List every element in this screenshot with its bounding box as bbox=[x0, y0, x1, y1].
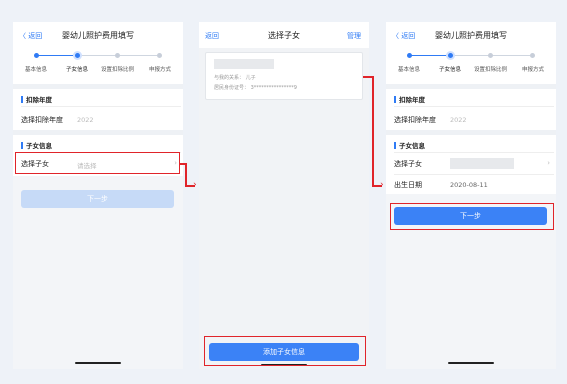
step-label: 设置扣除比例 bbox=[101, 67, 135, 73]
child-name-redacted bbox=[214, 59, 274, 69]
section-header-child: 子女信息 bbox=[394, 140, 425, 150]
step-dot bbox=[115, 53, 120, 58]
step-label: 子女信息 bbox=[66, 67, 89, 73]
child-card[interactable]: 与我的关系： 儿子 居民身份证号： 3****************9 bbox=[205, 52, 363, 100]
child-name-redacted[interactable] bbox=[450, 158, 514, 169]
step-dot bbox=[157, 53, 162, 58]
birth-label: 出生日期 bbox=[394, 181, 422, 189]
section-title: 子女信息 bbox=[26, 142, 52, 150]
divider bbox=[394, 106, 554, 107]
arrow-right-icon: › bbox=[380, 180, 384, 190]
relation-text: 与我的关系： 儿子 bbox=[214, 75, 256, 81]
step-label: 基本信息 bbox=[398, 67, 421, 73]
divider bbox=[394, 174, 554, 175]
year-label: 选择扣除年度 bbox=[21, 116, 63, 124]
section-header-year: 扣除年度 bbox=[394, 94, 425, 104]
accent-bar bbox=[21, 96, 23, 103]
home-indicator bbox=[75, 362, 121, 364]
nav-bar: 返回 选择子女 管理 bbox=[199, 22, 369, 48]
step-label: 基本信息 bbox=[25, 67, 48, 73]
arrow-line bbox=[372, 76, 374, 186]
divider bbox=[21, 106, 181, 107]
step-dot bbox=[530, 53, 535, 58]
year-value[interactable]: 2022 bbox=[450, 116, 467, 124]
accent-bar bbox=[21, 142, 23, 149]
id-text: 居民身份证号： 3****************9 bbox=[214, 85, 297, 91]
step-connector bbox=[37, 55, 77, 56]
section-gap bbox=[13, 130, 183, 135]
birth-value: 2020-08-11 bbox=[450, 181, 488, 189]
step-connector bbox=[410, 55, 450, 56]
page-title: 选择子女 bbox=[268, 31, 300, 40]
step-dot-current bbox=[73, 51, 82, 60]
step-label: 申报方式 bbox=[149, 67, 172, 73]
stepper: 基本信息 子女信息 设置扣除比例 申报方式 bbox=[386, 48, 556, 78]
screen-select-child: 返回 选择子女 管理 与我的关系： 儿子 居民身份证号： 3**********… bbox=[199, 22, 369, 369]
nav-bar: 〈 返回 婴幼儿照护费用填写 bbox=[386, 22, 556, 48]
screen-fill-form-step2-completed: 〈 返回 婴幼儿照护费用填写 基本信息 子女信息 设置扣除比例 申报方式 扣除年… bbox=[386, 22, 556, 369]
highlight-box bbox=[390, 203, 554, 230]
section-gap bbox=[386, 130, 556, 135]
year-value[interactable]: 2022 bbox=[77, 116, 94, 124]
stepper: 基本信息 子女信息 设置扣除比例 申报方式 bbox=[13, 48, 183, 78]
chevron-right-icon: › bbox=[547, 159, 550, 167]
screen-fill-form-step2: 〈 返回 婴幼儿照护费用填写 基本信息 子女信息 设置扣除比例 申报方式 扣除年… bbox=[13, 22, 183, 369]
home-indicator bbox=[448, 362, 494, 364]
arrow-right-icon: › bbox=[193, 180, 197, 190]
arrow-line bbox=[185, 163, 187, 186]
section-title: 子女信息 bbox=[399, 142, 425, 150]
accent-bar bbox=[394, 96, 396, 103]
next-button[interactable]: 下一步 bbox=[21, 190, 174, 208]
page-title: 婴幼儿照护费用填写 bbox=[435, 31, 507, 40]
step-dot bbox=[488, 53, 493, 58]
page-title: 婴幼儿照护费用填写 bbox=[62, 31, 134, 40]
highlight-box bbox=[15, 152, 180, 174]
step-dot-current bbox=[446, 51, 455, 60]
accent-bar bbox=[394, 142, 396, 149]
step-label: 设置扣除比例 bbox=[474, 67, 508, 73]
section-title: 扣除年度 bbox=[399, 96, 425, 104]
child-label: 选择子女 bbox=[394, 160, 422, 168]
section-title: 扣除年度 bbox=[26, 96, 52, 104]
nav-bar: 〈 返回 婴幼儿照护费用填写 bbox=[13, 22, 183, 48]
step-dot bbox=[407, 53, 412, 58]
highlight-box bbox=[204, 336, 366, 366]
step-label: 子女信息 bbox=[439, 67, 462, 73]
section-gap bbox=[386, 84, 556, 89]
step-label: 申报方式 bbox=[522, 67, 545, 73]
section-header-year: 扣除年度 bbox=[21, 94, 52, 104]
section-header-child: 子女信息 bbox=[21, 140, 52, 150]
manage-button[interactable]: 管理 bbox=[347, 31, 361, 41]
year-label: 选择扣除年度 bbox=[394, 116, 436, 124]
step-dot bbox=[34, 53, 39, 58]
divider bbox=[394, 152, 554, 153]
section-gap bbox=[13, 84, 183, 89]
